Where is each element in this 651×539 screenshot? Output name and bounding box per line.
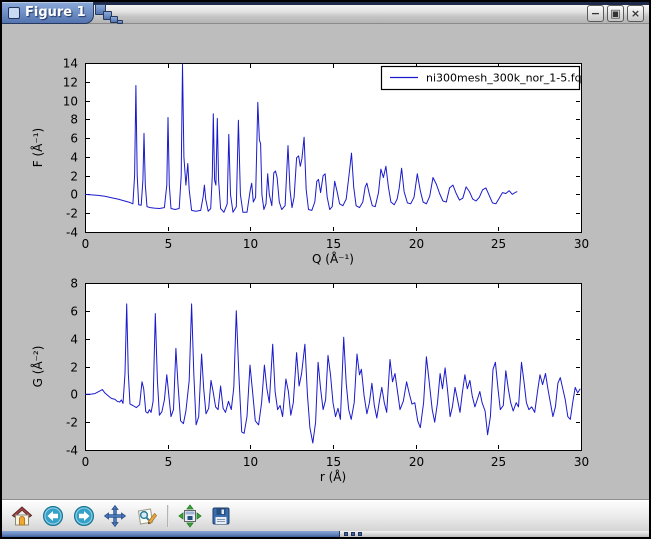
forward-button[interactable] xyxy=(72,504,96,528)
svg-text:0: 0 xyxy=(70,388,78,402)
svg-text:5: 5 xyxy=(165,455,173,469)
svg-text:30: 30 xyxy=(574,237,589,251)
back-icon xyxy=(41,504,65,528)
svg-text:6: 6 xyxy=(70,132,78,146)
subplots-icon xyxy=(178,504,202,528)
svg-text:20: 20 xyxy=(409,455,424,469)
bottom-border-blue-bar xyxy=(2,531,340,537)
svg-text:2: 2 xyxy=(70,361,78,375)
svg-text:5: 5 xyxy=(165,237,173,251)
svg-text:10: 10 xyxy=(243,455,258,469)
svg-text:4: 4 xyxy=(70,151,78,165)
svg-text:-2: -2 xyxy=(66,207,78,221)
title-tab: Figure 1 xyxy=(2,2,94,24)
svg-text:15: 15 xyxy=(326,455,341,469)
figure-canvas[interactable]: 051015202530-4-202468101214Q (Å⁻¹)F (Å⁻¹… xyxy=(2,24,649,500)
figure-window: Figure 1 − ▣ × 051015202530-4-2024681012… xyxy=(0,0,651,539)
forward-icon xyxy=(72,504,96,528)
bottom-border-deco-square xyxy=(344,532,348,536)
svg-text:2: 2 xyxy=(70,170,78,184)
svg-text:F (Å⁻¹): F (Å⁻¹) xyxy=(30,128,45,167)
close-button[interactable]: × xyxy=(627,5,644,22)
svg-text:25: 25 xyxy=(491,237,506,251)
app-icon xyxy=(8,7,20,19)
svg-text:10: 10 xyxy=(63,95,78,109)
svg-text:G (Å⁻²): G (Å⁻²) xyxy=(30,346,45,388)
svg-text:0: 0 xyxy=(82,237,90,251)
svg-text:-4: -4 xyxy=(66,444,78,458)
back-button[interactable] xyxy=(41,504,65,528)
minimize-button[interactable]: − xyxy=(587,5,604,22)
home-icon xyxy=(10,504,34,528)
pan-arrows-icon xyxy=(103,504,127,528)
svg-text:20: 20 xyxy=(409,237,424,251)
svg-text:Q (Å⁻¹): Q (Å⁻¹) xyxy=(312,251,354,266)
window-controls: − ▣ × xyxy=(587,5,644,22)
bottom-border-deco-square xyxy=(358,532,362,536)
svg-text:0: 0 xyxy=(70,188,78,202)
svg-text:0: 0 xyxy=(82,455,90,469)
svg-text:4: 4 xyxy=(70,333,78,347)
pan-button[interactable] xyxy=(103,504,127,528)
save-icon xyxy=(209,504,233,528)
svg-text:25: 25 xyxy=(491,455,506,469)
svg-text:-2: -2 xyxy=(66,416,78,430)
svg-text:14: 14 xyxy=(63,57,78,71)
titlebar[interactable]: Figure 1 − ▣ × xyxy=(2,2,649,24)
svg-text:15: 15 xyxy=(326,237,341,251)
maximize-button[interactable]: ▣ xyxy=(607,5,624,22)
svg-text:8: 8 xyxy=(70,113,78,127)
svg-text:12: 12 xyxy=(63,76,78,90)
toolbar-separator xyxy=(167,505,169,527)
svg-text:30: 30 xyxy=(574,455,589,469)
zoom-rect-icon xyxy=(134,504,158,528)
navigation-toolbar xyxy=(2,500,649,531)
f-of-q-chart: 0 5 10 15 20 25 30 -4 -2 0 2 4 6 8 10 12 14 Q (Å⁻¹) F (Å⁻¹… xyxy=(2,24,649,276)
svg-text:ni300mesh_300k_nor_1-5.fq: ni300mesh_300k_nor_1-5.fq xyxy=(426,72,582,85)
configure-subplots-button[interactable] xyxy=(178,504,202,528)
svg-text:-4: -4 xyxy=(66,226,78,240)
save-button[interactable] xyxy=(209,504,233,528)
svg-text:r (Å): r (Å) xyxy=(320,469,346,484)
zoom-button[interactable] xyxy=(134,504,158,528)
g-of-r-chart: 0 5 10 15 20 25 30 -4 -2 0 2 4 6 8 r (Å) G (Å⁻²) xyxy=(2,276,649,500)
window-title: Figure 1 xyxy=(25,6,86,19)
home-button[interactable] xyxy=(10,504,34,528)
svg-text:10: 10 xyxy=(243,237,258,251)
window-resize-border[interactable] xyxy=(2,531,649,537)
bottom-border-deco-square xyxy=(351,532,355,536)
svg-text:8: 8 xyxy=(70,277,78,291)
svg-text:6: 6 xyxy=(70,305,78,319)
